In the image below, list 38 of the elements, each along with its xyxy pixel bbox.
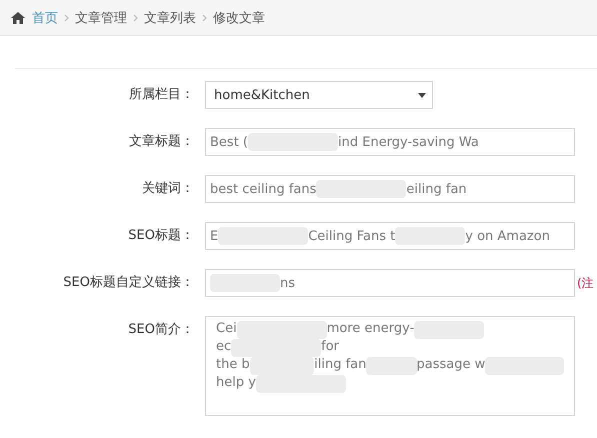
field-text: y on Amazon: [465, 228, 550, 244]
input-field[interactable]: ns: [205, 269, 575, 297]
breadcrumb-item: 文章管理: [75, 10, 127, 26]
field-text: the b: [216, 357, 250, 374]
field-label: SEO简介：: [127, 321, 195, 339]
breadcrumb-item: 文章列表: [144, 10, 196, 26]
field-text: ns: [280, 276, 296, 290]
input-field[interactable]: best ceiling fans eiling fan: [205, 175, 575, 203]
note-text: (注: [577, 275, 594, 292]
breadcrumb-item: 修改文章: [213, 10, 265, 26]
breadcrumb-link[interactable]: 首页: [32, 8, 58, 26]
input-field[interactable]: E Ceiling Fans t y on Amazon: [205, 222, 575, 250]
field-label: 关键词：: [141, 180, 195, 198]
field-label: SEO标题：: [127, 227, 195, 245]
field-label: 所属栏目：: [128, 86, 195, 104]
field-text: ind Energy-saving Wa: [338, 134, 479, 150]
field-text: more energy-: [326, 321, 414, 338]
field-text: help y: [216, 375, 256, 392]
field-text: best ceiling fans: [210, 182, 316, 196]
input-field[interactable]: Best ( ind Energy-saving Wa: [205, 128, 575, 156]
field-text: iling fan: [314, 357, 366, 374]
caret-icon: [418, 92, 426, 98]
chevron-icon: [64, 14, 69, 22]
field-text: E: [210, 228, 218, 244]
chevron-icon: [133, 14, 138, 22]
field-text: Ceiling Fans t: [308, 228, 396, 244]
field-text: ec: [216, 339, 232, 356]
field-text: Best (: [210, 134, 248, 150]
field-text: passage w: [416, 357, 486, 374]
field-text: for: [321, 339, 340, 356]
field-text: eiling fan: [406, 182, 467, 196]
field-text: Cei: [216, 321, 237, 338]
textarea-field[interactable]: Cei more energy- ec for the b iling fan passage w help y: [205, 316, 575, 416]
field-label: 文章标题：: [128, 133, 195, 151]
home-icon[interactable]: [10, 10, 26, 24]
category-select[interactable]: home&Kitchen: [205, 81, 433, 109]
chevron-icon: [202, 14, 207, 22]
field-label: SEO标题自定义链接：: [62, 274, 195, 292]
